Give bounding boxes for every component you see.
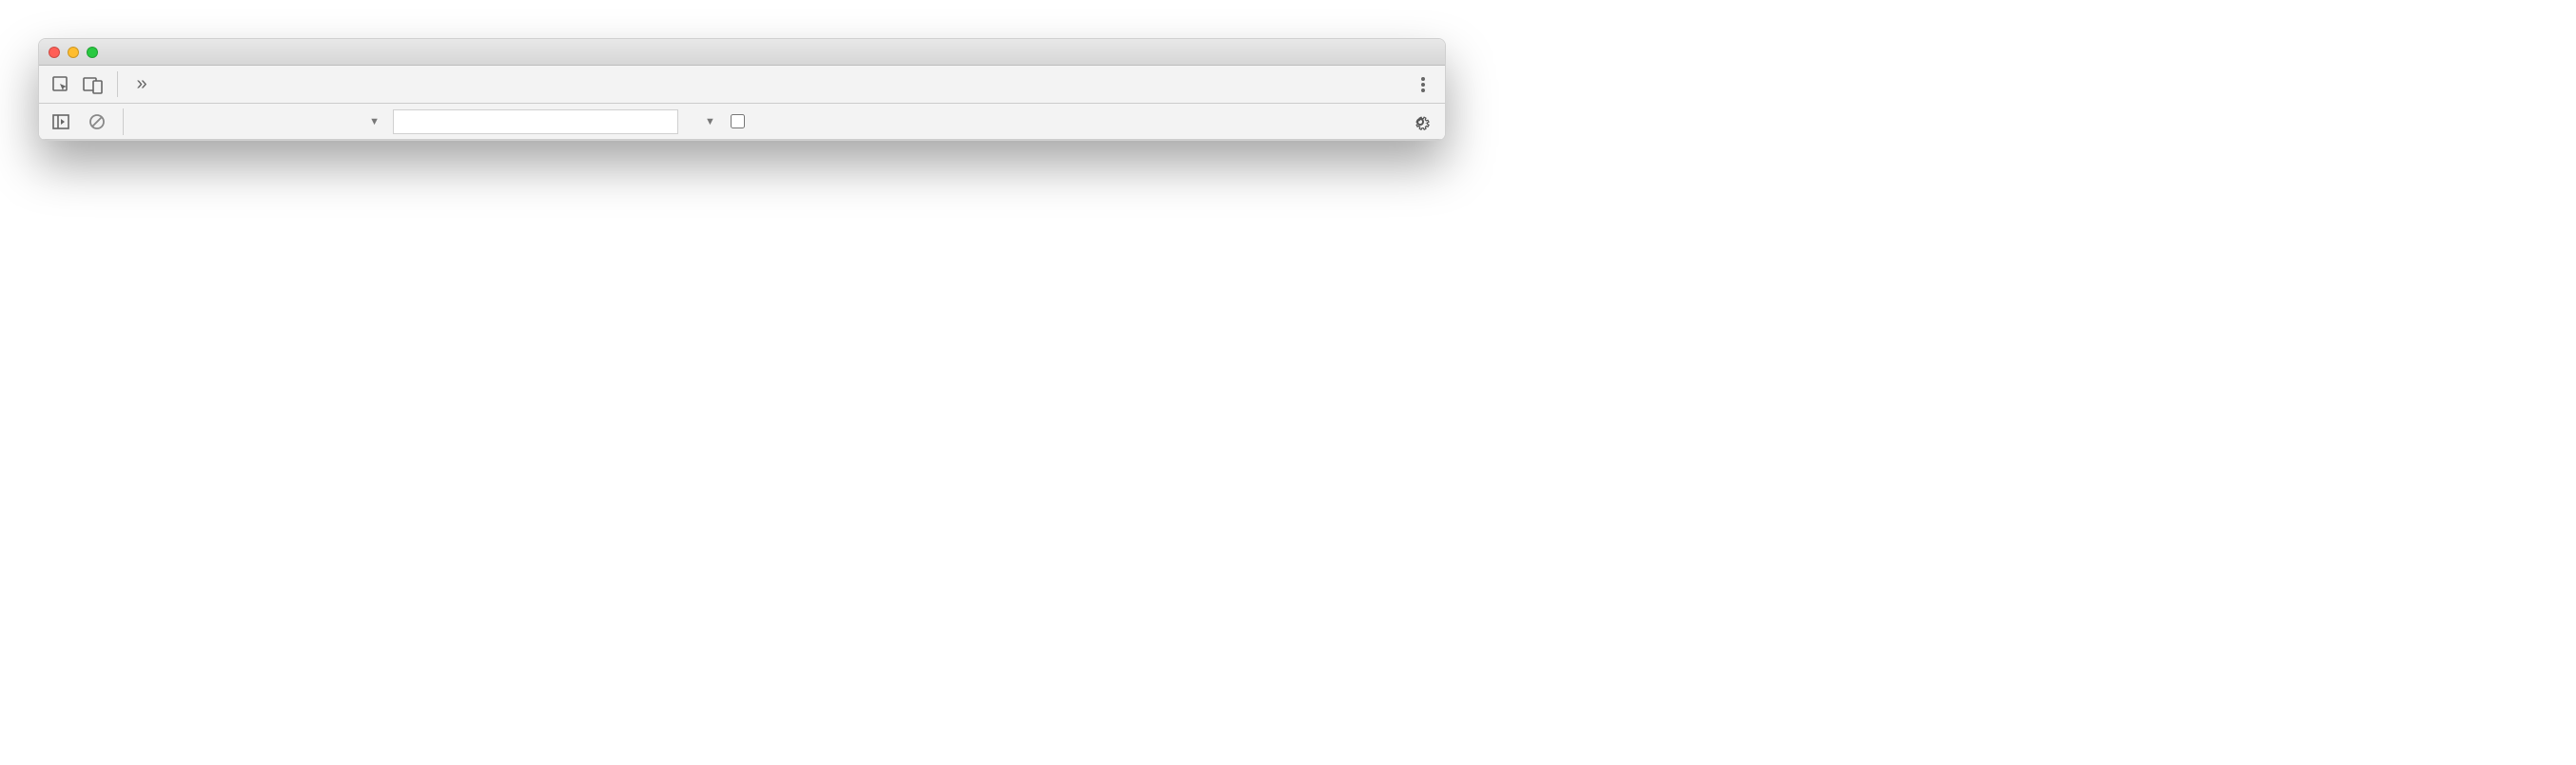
group-similar-toggle[interactable] bbox=[731, 114, 751, 128]
log-levels-selector[interactable]: ▼ bbox=[699, 116, 715, 128]
filter-input[interactable] bbox=[393, 109, 678, 134]
clear-console-icon[interactable] bbox=[81, 113, 113, 130]
inspect-element-icon[interactable] bbox=[45, 66, 77, 103]
minimize-window-button[interactable] bbox=[68, 47, 79, 58]
main-tabbar: » bbox=[39, 66, 1445, 104]
separator bbox=[117, 71, 118, 97]
close-window-button[interactable] bbox=[49, 47, 60, 58]
window-controls bbox=[49, 47, 98, 58]
execution-context-selector[interactable]: ▼ bbox=[123, 108, 389, 135]
device-toolbar-icon[interactable] bbox=[77, 66, 109, 103]
zoom-window-button[interactable] bbox=[87, 47, 98, 58]
more-tabs-icon[interactable]: » bbox=[126, 66, 158, 103]
console-settings-icon[interactable] bbox=[1401, 112, 1439, 131]
console-toolbar: ▼ ▼ bbox=[39, 104, 1445, 140]
titlebar bbox=[39, 39, 1445, 66]
dropdown-icon: ▼ bbox=[705, 116, 715, 128]
toggle-sidebar-icon[interactable] bbox=[45, 114, 77, 129]
devtools-window: » ▼ ▼ bbox=[38, 38, 1446, 141]
group-similar-checkbox[interactable] bbox=[731, 114, 745, 128]
kebab-menu-icon[interactable] bbox=[1407, 75, 1439, 94]
dropdown-icon: ▼ bbox=[369, 116, 380, 128]
